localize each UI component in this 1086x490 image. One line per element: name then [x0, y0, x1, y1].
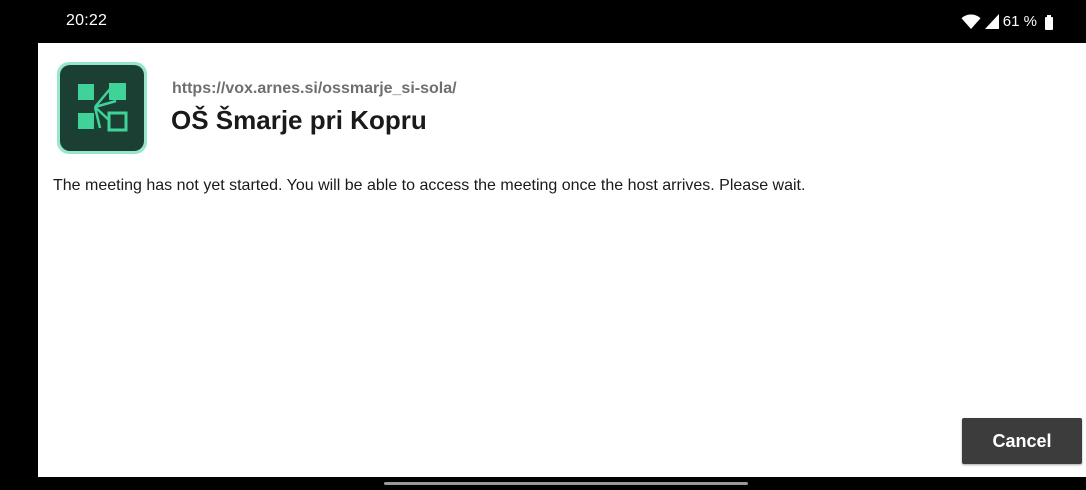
- battery-level-text: 61 %: [1002, 13, 1037, 30]
- cancel-button[interactable]: Cancel: [962, 418, 1082, 464]
- cell-signal-icon: [984, 14, 999, 29]
- meeting-dialog: https://vox.arnes.si/ossmarje_si-sola/ O…: [38, 43, 1086, 477]
- battery-icon: [1045, 15, 1053, 30]
- screen: 20:22 61 % https://vox.arnes.si/ossmarje…: [0, 0, 1086, 490]
- status-time: 20:22: [66, 12, 108, 29]
- home-indicator[interactable]: [384, 482, 748, 485]
- status-bar: 20:22 61 %: [0, 0, 1086, 43]
- meeting-title: OŠ Šmarje pri Kopru: [171, 105, 427, 135]
- wifi-icon: [961, 14, 981, 30]
- adobe-connect-app-icon: [56, 61, 148, 155]
- status-indicators: 61 %: [961, 13, 1053, 30]
- waiting-message: The meeting has not yet started. You wil…: [53, 177, 806, 194]
- meeting-url: https://vox.arnes.si/ossmarje_si-sola/: [172, 80, 457, 97]
